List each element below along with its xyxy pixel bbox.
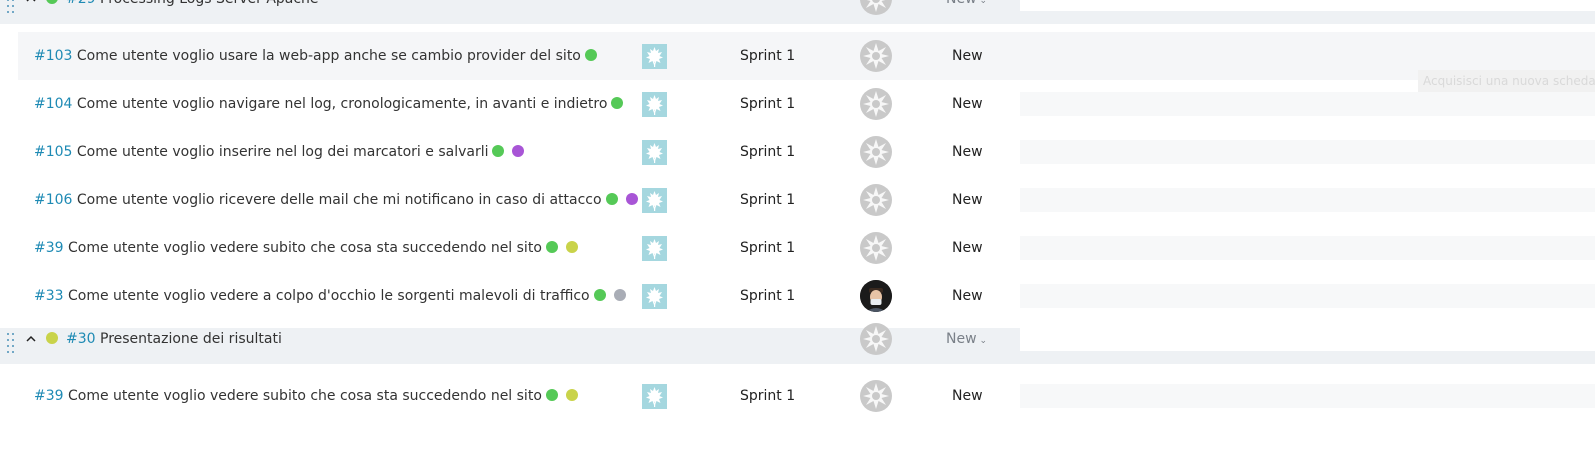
story-status[interactable]: New — [952, 372, 983, 420]
chevron-down-icon: ⌄ — [979, 336, 988, 346]
default-avatar[interactable] — [860, 184, 892, 216]
story-title-text: Come utente voglio vedere subito che cos… — [68, 388, 542, 404]
story-status[interactable]: New — [952, 80, 983, 128]
story-ref-link[interactable]: #33 — [34, 288, 64, 304]
story-title-text: Come utente voglio usare la web-app anch… — [76, 48, 581, 64]
epic-title[interactable]: #29 Processing Logs Server Apache — [66, 0, 319, 10]
chevron-down-icon: ⌄ — [979, 0, 988, 6]
timeline-track — [1020, 92, 1595, 116]
story-title[interactable]: #39 Come utente voglio vedere subito che… — [34, 372, 578, 420]
tag-dot-green — [584, 48, 597, 61]
default-avatar[interactable] — [860, 136, 892, 168]
epic-row[interactable]: #30 Presentazione dei risultati New ⌄ — [0, 323, 1595, 364]
story-title[interactable]: #104 Come utente voglio navigare nel log… — [34, 80, 624, 128]
story-row[interactable]: #103 Come utente voglio usare la web-app… — [0, 32, 1595, 80]
epic-timeline-bar — [1020, 0, 1595, 11]
tag-dot-green — [593, 288, 606, 301]
tag-dot-green — [605, 192, 618, 205]
story-ref-link[interactable]: #105 — [34, 144, 72, 160]
story-title-text: Come utente voglio navigare nel log, cro… — [76, 96, 608, 112]
story-ref-link[interactable]: #39 — [34, 388, 64, 404]
story-status[interactable]: New — [952, 176, 983, 224]
story-row[interactable]: #106 Come utente voglio ricevere delle m… — [0, 176, 1595, 224]
story-title[interactable]: #33 Come utente voglio vedere a colpo d'… — [34, 272, 626, 320]
project-icon — [642, 44, 667, 69]
story-row[interactable]: #105 Come utente voglio inserire nel log… — [0, 128, 1595, 176]
tag-dot-yellow — [565, 240, 578, 253]
sprint-label[interactable]: Sprint 1 — [740, 372, 795, 420]
default-avatar[interactable] — [860, 0, 892, 15]
sprint-label[interactable]: Sprint 1 — [740, 272, 795, 320]
tag-dot-purple — [625, 192, 638, 205]
chevron-up-icon[interactable] — [25, 331, 37, 345]
timeline-track — [1020, 384, 1595, 408]
sprint-label[interactable]: Sprint 1 — [740, 80, 795, 128]
tag-dot-green — [545, 240, 558, 253]
epic-status-label: New — [946, 331, 977, 347]
epic-color-dot — [46, 332, 58, 344]
story-status[interactable]: New — [952, 272, 983, 320]
story-status[interactable]: New — [952, 32, 983, 80]
timeline-track — [1020, 236, 1595, 260]
epic-ref-link[interactable]: #30 — [66, 331, 96, 347]
drag-handle-icon[interactable] — [7, 333, 15, 353]
timeline-track — [1020, 188, 1595, 212]
story-status[interactable]: New — [952, 224, 983, 272]
default-avatar[interactable] — [860, 232, 892, 264]
tag-dot-green — [492, 144, 505, 157]
epic-timeline-bar — [1020, 328, 1595, 351]
project-icon — [642, 384, 667, 409]
story-ref-link[interactable]: #104 — [34, 96, 72, 112]
project-icon — [642, 236, 667, 261]
tag-dot-yellow — [565, 388, 578, 401]
default-avatar[interactable] — [860, 40, 892, 72]
epic-color-dot — [46, 0, 58, 4]
timeline-track — [1020, 284, 1595, 308]
sprint-label[interactable]: Sprint 1 — [740, 128, 795, 176]
sprint-label[interactable]: Sprint 1 — [740, 176, 795, 224]
story-title-text: Come utente voglio vedere a colpo d'occh… — [68, 288, 590, 304]
story-title[interactable]: #39 Come utente voglio vedere subito che… — [34, 224, 578, 272]
drag-handle-icon[interactable] — [7, 0, 15, 13]
story-title[interactable]: #103 Come utente voglio usare la web-app… — [34, 32, 597, 80]
default-avatar[interactable] — [860, 380, 892, 412]
default-avatar[interactable] — [860, 88, 892, 120]
epic-status-dropdown[interactable]: New⌄ — [946, 328, 987, 350]
story-row[interactable]: #104 Come utente voglio navigare nel log… — [0, 80, 1595, 128]
tag-dot-gray — [613, 288, 626, 301]
story-row[interactable]: #33 Come utente voglio vedere a colpo d'… — [0, 272, 1595, 320]
epic-row[interactable]: #29 Processing Logs Server Apache New⌄ — [0, 0, 1595, 24]
new-card-tooltip: Acquisisci una nuova scheda — [1418, 70, 1595, 92]
tag-dot-green — [611, 96, 624, 109]
timeline-track — [1020, 140, 1595, 164]
story-title[interactable]: #106 Come utente voglio ricevere delle m… — [34, 176, 638, 224]
tag-dot-purple — [512, 144, 525, 157]
sprint-label[interactable]: Sprint 1 — [740, 224, 795, 272]
sprint-label[interactable]: Sprint 1 — [740, 32, 795, 80]
epic-title-text: Processing Logs Server Apache — [100, 0, 319, 7]
project-icon — [642, 188, 667, 213]
tag-dot-green — [545, 388, 558, 401]
epic-title[interactable]: #30 Presentazione dei risultati — [66, 328, 282, 350]
epic-ref-link[interactable]: #29 — [66, 0, 96, 7]
project-icon — [642, 140, 667, 165]
story-title[interactable]: #105 Come utente voglio inserire nel log… — [34, 128, 525, 176]
story-ref-link[interactable]: #39 — [34, 240, 64, 256]
story-ref-link[interactable]: #103 — [34, 48, 72, 64]
story-title-text: Come utente voglio vedere subito che cos… — [68, 240, 542, 256]
story-row[interactable]: #39 Come utente voglio vedere subito che… — [0, 372, 1595, 420]
story-title-text: Come utente voglio ricevere delle mail c… — [76, 192, 602, 208]
story-row[interactable]: #39 Come utente voglio vedere subito che… — [0, 224, 1595, 272]
project-icon — [642, 284, 667, 309]
story-ref-link[interactable]: #106 — [34, 192, 72, 208]
chevron-up-icon[interactable] — [25, 0, 37, 5]
story-status[interactable]: New — [952, 128, 983, 176]
epic-status-label: New — [946, 0, 977, 7]
default-avatar[interactable] — [860, 323, 892, 355]
project-icon — [642, 92, 667, 117]
story-title-text: Come utente voglio inserire nel log dei … — [76, 144, 489, 160]
epic-status-dropdown[interactable]: New⌄ — [946, 0, 987, 10]
epic-title-text: Presentazione dei risultati — [100, 331, 282, 347]
user-avatar[interactable] — [860, 280, 892, 312]
